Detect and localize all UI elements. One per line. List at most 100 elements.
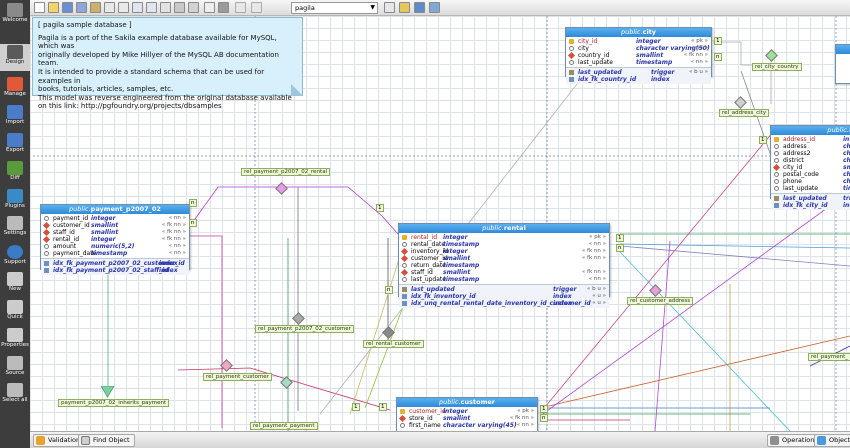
- save-model-icon[interactable]: [62, 2, 73, 13]
- table-city[interactable]: public.city city_id integer « pk » city cha…: [565, 27, 712, 84]
- sidebar-item-plugins[interactable]: Plugins: [0, 188, 30, 215]
- column-row[interactable]: postal_code character: [771, 171, 850, 178]
- open-model-icon[interactable]: [48, 2, 59, 13]
- layers-icon[interactable]: [218, 2, 229, 13]
- column-row[interactable]: amount numeric(5,2) « nn »: [41, 243, 189, 250]
- table-rental[interactable]: public.rental rental_id integer « pk » ren…: [398, 223, 610, 308]
- zoom-out-icon[interactable]: [146, 2, 157, 13]
- layers-config-icon[interactable]: [414, 2, 425, 13]
- column-row[interactable]: last_update timestamp « nn »: [566, 59, 711, 66]
- sidebar-item-new[interactable]: New: [0, 271, 30, 298]
- zoom-normal-icon[interactable]: [160, 2, 171, 13]
- table-customer[interactable]: public.customer customer_id integer « pk »…: [396, 397, 538, 431]
- relationship-label[interactable]: rel_payment_p2007_02_customer: [255, 325, 354, 333]
- column-constraint: « pk »: [517, 408, 534, 414]
- sidebar-item-select-all[interactable]: Select all: [0, 382, 30, 409]
- table-address[interactable]: public.address address_id integer address…: [770, 125, 850, 210]
- index-row[interactable]: idx_fk_payment_p2007_02_staff_id index: [41, 267, 189, 274]
- column-row[interactable]: staff_id smallint « fk nn »: [41, 228, 189, 237]
- column-row[interactable]: rental_date timestamp « nn »: [399, 241, 609, 248]
- refresh-icon[interactable]: [384, 2, 395, 13]
- relationship-label[interactable]: rel_payment_: [808, 353, 850, 361]
- sidebar-item-support[interactable]: Support: [0, 244, 30, 271]
- back-icon[interactable]: [235, 2, 246, 13]
- column-row[interactable]: last_update timestamp: [771, 185, 850, 192]
- column-row[interactable]: address character: [771, 143, 850, 150]
- column-row[interactable]: staff_id smallint « fk nn »: [399, 268, 609, 277]
- column-row[interactable]: customer_id smallint « fk nn »: [399, 254, 609, 263]
- align-grid-icon[interactable]: [188, 2, 199, 13]
- object-type: index: [843, 202, 850, 209]
- inheritance-triangle[interactable]: [101, 386, 115, 398]
- column-row[interactable]: payment_id integer « nn »: [41, 215, 189, 222]
- plus-icon[interactable]: [429, 2, 440, 13]
- column-row[interactable]: address2 character: [771, 150, 850, 157]
- pagila-description-note[interactable]: [ pagila sample database ] Pagila is a p…: [32, 17, 303, 110]
- sidebar-item-diff[interactable]: Diff: [0, 160, 30, 187]
- relationship-label[interactable]: rel_payment_customer: [203, 373, 272, 381]
- index-row[interactable]: idx_fk_country_id index: [566, 76, 711, 83]
- column-name: amount: [53, 243, 77, 250]
- column-row[interactable]: country_id smallint « fk nn »: [566, 51, 711, 60]
- column-row[interactable]: city_id integer « pk »: [566, 38, 711, 45]
- column-row[interactable]: inventory_id integer « fk nn »: [399, 247, 609, 256]
- forward-icon[interactable]: [251, 2, 262, 13]
- overview-icon[interactable]: [204, 2, 215, 13]
- column-row[interactable]: rental_id integer « pk »: [399, 234, 609, 241]
- zoom-in-icon[interactable]: [132, 2, 143, 13]
- sidebar-item-properties[interactable]: Properties: [0, 327, 30, 354]
- relationship-label[interactable]: rel_payment_payment: [250, 422, 318, 430]
- new-model-icon[interactable]: [34, 2, 45, 13]
- table-country-partial[interactable]: [835, 44, 850, 84]
- undo-icon[interactable]: [104, 2, 115, 13]
- column-row[interactable]: address_id integer: [771, 136, 850, 143]
- save-as-icon[interactable]: [76, 2, 87, 13]
- column-row[interactable]: payment_date timestamp « nn »: [41, 250, 189, 257]
- relationship-label[interactable]: payment_p2007_02_inherits_payment: [58, 399, 170, 407]
- relationship-label[interactable]: rel_payment_p2007_02_rental: [241, 168, 331, 176]
- index-row[interactable]: idx_fk_city_id index: [771, 202, 850, 209]
- column-row[interactable]: customer_id smallint « fk nn »: [41, 221, 189, 230]
- trigger-row[interactable]: last_updated trigger « b u »: [399, 286, 609, 293]
- column-row[interactable]: last_update timestamp « nn »: [399, 276, 609, 283]
- objects-button[interactable]: Objects: [814, 434, 850, 447]
- relationship-label[interactable]: rel_rental_customer: [363, 340, 424, 348]
- sidebar-item-export[interactable]: Export: [0, 132, 30, 159]
- index-row[interactable]: idx_unq_rental_rental_date_inventory_id_…: [399, 300, 609, 307]
- relationship-label[interactable]: rel_address_city: [719, 109, 770, 117]
- column-row[interactable]: city character varying(50) « nn »: [566, 45, 711, 52]
- column-row[interactable]: rental_id integer « fk nn »: [41, 235, 189, 244]
- column-row[interactable]: first_name character varying(45) « nn »: [397, 422, 537, 429]
- print-icon[interactable]: [90, 2, 101, 13]
- model-selector-dropdown[interactable]: pagila ▼: [291, 2, 378, 14]
- sidebar-item-settings[interactable]: Settings: [0, 215, 30, 242]
- trigger-row[interactable]: last_updated trigger « b u »: [566, 69, 711, 76]
- model-canvas[interactable]: [ pagila sample database ] Pagila is a p…: [30, 16, 850, 431]
- sidebar-item-import[interactable]: Import: [0, 104, 30, 131]
- column-row[interactable]: return_date timestamp: [399, 262, 609, 269]
- table-header: public.address: [771, 126, 850, 135]
- column-row[interactable]: city_id smallint: [771, 163, 850, 172]
- find-object-button[interactable]: Find Object: [78, 434, 135, 447]
- sidebar-item-design[interactable]: Design: [0, 44, 30, 71]
- table-payment-p2007-02[interactable]: public.payment_p2007_02 payment_id intege…: [40, 204, 190, 275]
- sidebar-item-source[interactable]: Source: [0, 355, 30, 382]
- redo-icon[interactable]: [118, 2, 129, 13]
- relationship-label[interactable]: rel_city_country: [752, 63, 802, 71]
- index-row[interactable]: idx_fk_payment_p2007_02_customer_id index: [41, 260, 189, 267]
- column-row[interactable]: phone character: [771, 178, 850, 185]
- trigger-row[interactable]: last_updated trigger: [771, 195, 850, 202]
- sidebar-item-manage[interactable]: Manage: [0, 76, 30, 103]
- column-row[interactable]: district character: [771, 157, 850, 164]
- grid-toggle-icon[interactable]: [174, 2, 185, 13]
- index-row[interactable]: idx_fk_inventory_id index « u »: [399, 293, 609, 300]
- column-name: customer_id: [53, 222, 90, 229]
- edit-icon[interactable]: [399, 2, 410, 13]
- column-row[interactable]: store_id smallint « fk nn »: [397, 414, 537, 423]
- column-name: staff_id: [53, 229, 75, 236]
- relationship-label[interactable]: rel_customer_address: [627, 297, 694, 305]
- table-header: public.rental: [399, 224, 609, 233]
- sidebar-item-welcome[interactable]: Welcome: [0, 2, 30, 29]
- column-row[interactable]: customer_id integer « pk »: [397, 408, 537, 415]
- sidebar-item-quick[interactable]: Quick: [0, 299, 30, 326]
